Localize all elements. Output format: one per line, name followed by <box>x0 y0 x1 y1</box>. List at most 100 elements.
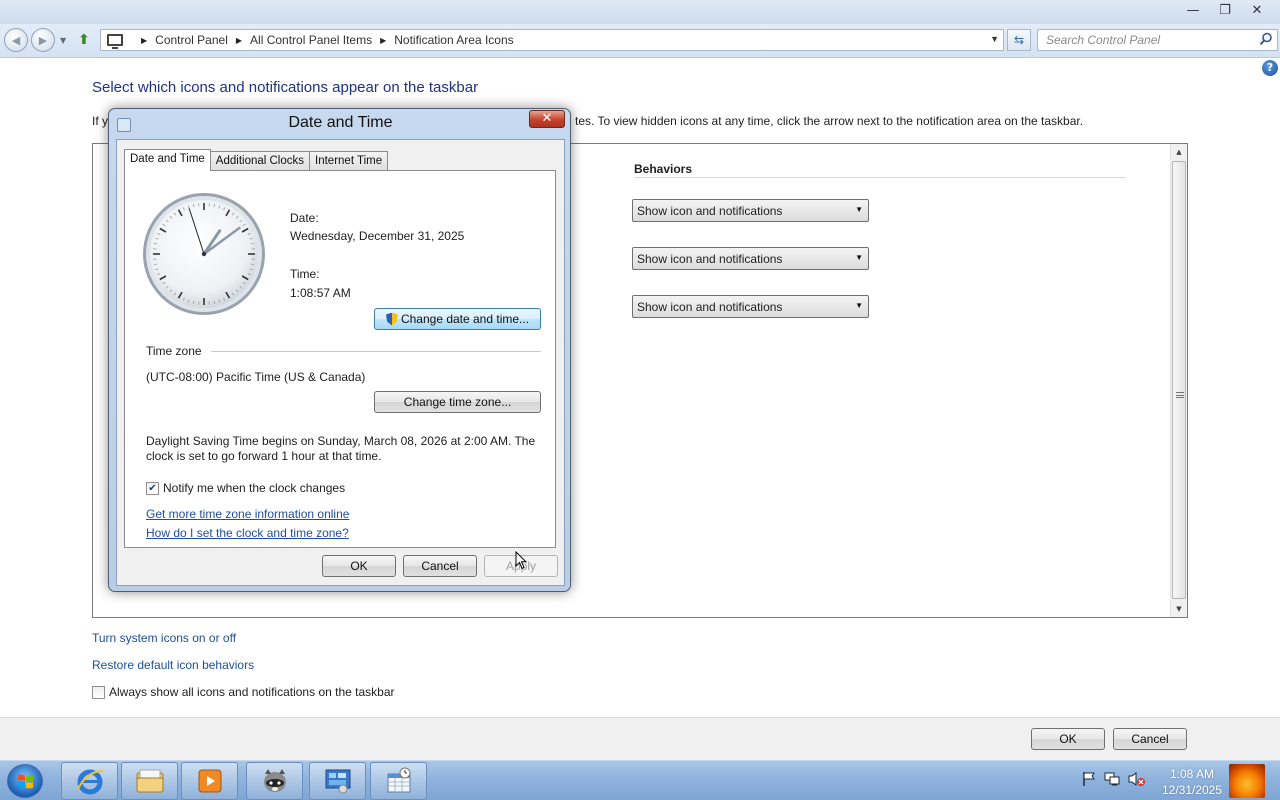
taskbar-clock-date: 12/31/2025 <box>1161 783 1223 797</box>
notify-row[interactable]: ✔ Notify me when the clock changes <box>146 481 345 495</box>
turn-system-icons-link[interactable]: Turn system icons on or off <box>92 631 236 645</box>
crumb-all-items[interactable]: All Control Panel Items <box>250 33 372 47</box>
search-input[interactable]: Search Control Panel <box>1037 29 1278 51</box>
behavior-select-value: Show icon and notifications <box>637 300 783 314</box>
time-zone-heading: Time zone <box>146 344 202 358</box>
mouse-pointer-icon <box>515 551 527 570</box>
close-window-button[interactable]: ✕ <box>1244 0 1270 20</box>
page-title: Select which icons and notifications app… <box>92 79 479 96</box>
dropdown-arrow-icon: ▼ <box>855 301 863 310</box>
crumb-notification-area[interactable]: Notification Area Icons <box>394 33 513 47</box>
notify-label: Notify me when the clock changes <box>163 481 346 495</box>
always-show-label: Always show all icons and notifications … <box>109 685 395 699</box>
behavior-select-value: Show icon and notifications <box>637 252 783 266</box>
forward-arrow-icon: ▶ <box>38 33 48 47</box>
date-time-dialog: Date and Time ✕ Date and Time Additional… <box>108 108 571 592</box>
action-center-flag-icon[interactable] <box>1082 771 1096 787</box>
tab-date-and-time[interactable]: Date and Time <box>124 149 211 171</box>
address-toolbar: ◀ ▶ ▼ ⬆ ▶ Control Panel ▶ All Control Pa… <box>0 24 1280 58</box>
scrollbar-thumb[interactable] <box>1172 161 1186 599</box>
crumb-arrow-icon[interactable]: ▶ <box>141 36 147 45</box>
time-label: Time: <box>290 267 320 281</box>
time-zone-divider <box>211 351 541 352</box>
date-label: Date: <box>290 211 319 225</box>
notification-area <box>1082 771 1146 787</box>
dialog-close-button[interactable]: ✕ <box>529 110 565 128</box>
how-to-set-clock-link[interactable]: How do I set the clock and time zone? <box>146 526 349 540</box>
behavior-select-1[interactable]: Show icon and notifications ▼ <box>632 199 869 222</box>
up-folder-icon[interactable]: ⬆ <box>76 32 92 48</box>
uac-shield-icon <box>385 312 398 326</box>
dialog-tabs: Date and Time Additional Clocks Internet… <box>124 149 389 171</box>
tab-internet-time[interactable]: Internet Time <box>309 151 389 171</box>
forward-button[interactable]: ▶ <box>31 28 55 52</box>
taskbar-clock[interactable]: 1:08 AM 12/31/2025 <box>1156 766 1228 798</box>
search-placeholder: Search Control Panel <box>1046 33 1161 47</box>
close-icon: ✕ <box>541 111 553 126</box>
restore-default-behaviors-link[interactable]: Restore default icon behaviors <box>92 658 254 672</box>
window-controls: — ❐ ✕ <box>1180 0 1270 20</box>
calendar-tool-icon <box>387 767 410 793</box>
dialog-cancel-button[interactable]: Cancel <box>403 555 477 577</box>
list-scrollbar[interactable]: ▲ ▼ <box>1170 144 1187 617</box>
back-button[interactable]: ◀ <box>4 28 28 52</box>
minimize-button[interactable]: — <box>1180 0 1206 20</box>
taskbar-clock-time: 1:08 AM <box>1169 767 1215 781</box>
window-titlebar: — ❐ ✕ <box>0 0 1280 24</box>
change-date-time-button[interactable]: Change date and time... <box>374 308 541 330</box>
windows-logo-icon <box>18 774 33 789</box>
raccoon-app-icon <box>263 769 286 792</box>
page-cancel-button[interactable]: Cancel <box>1113 728 1187 750</box>
date-value: Wednesday, December 31, 2025 <box>290 229 465 243</box>
intro-text-right: tes. To view hidden icons at any time, c… <box>575 114 1084 128</box>
taskbar: 1:08 AM 12/31/2025 <box>0 760 1280 800</box>
dialog-ok-button[interactable]: OK <box>322 555 396 577</box>
behavior-select-2[interactable]: Show icon and notifications ▼ <box>632 247 869 270</box>
taskbar-raccoon-app[interactable] <box>246 762 303 800</box>
bottom-button-bar: OK Cancel <box>0 717 1280 760</box>
behavior-select-value: Show icon and notifications <box>637 204 783 218</box>
breadcrumb[interactable]: ▶ Control Panel ▶ All Control Panel Item… <box>100 29 1004 51</box>
taskbar-calendar-tool[interactable] <box>370 762 427 800</box>
behavior-select-3[interactable]: Show icon and notifications ▼ <box>632 295 869 318</box>
crumb-control-panel[interactable]: Control Panel <box>155 33 228 47</box>
dst-info-line1: Daylight Saving Time begins on Sunday, M… <box>146 434 536 448</box>
taskbar-control-panel[interactable] <box>309 762 366 800</box>
scroll-up-arrow-icon[interactable]: ▲ <box>1171 144 1187 160</box>
recent-pages-chevron-icon[interactable]: ▼ <box>60 36 66 45</box>
file-explorer-icon <box>136 769 163 793</box>
address-history-chevron-icon[interactable]: ▼ <box>990 34 999 44</box>
dialog-body: Date and Time Additional Clocks Internet… <box>116 139 565 586</box>
media-player-icon <box>198 769 221 793</box>
search-icon[interactable] <box>1259 32 1273 46</box>
control-panel-icon <box>325 769 350 794</box>
show-desktop-button[interactable] <box>1229 764 1265 798</box>
intro-text-left: If y <box>92 114 109 128</box>
network-icon[interactable] <box>1104 771 1120 787</box>
volume-muted-icon[interactable] <box>1128 771 1146 787</box>
always-show-checkbox[interactable] <box>92 685 105 699</box>
scroll-down-arrow-icon[interactable]: ▼ <box>1171 601 1187 617</box>
taskbar-internet-explorer[interactable] <box>61 762 118 800</box>
grip-icon <box>1176 392 1184 398</box>
start-button[interactable] <box>7 764 43 798</box>
always-show-row[interactable]: Always show all icons and notifications … <box>92 685 395 699</box>
change-time-zone-button[interactable]: Change time zone... <box>374 391 541 413</box>
crumb-arrow-icon[interactable]: ▶ <box>380 36 386 45</box>
taskbar-file-explorer[interactable] <box>121 762 178 800</box>
internet-explorer-icon <box>76 769 103 795</box>
page-ok-button[interactable]: OK <box>1031 728 1105 750</box>
dialog-title: Date and Time <box>288 114 393 131</box>
computer-icon <box>107 34 123 49</box>
header-divider <box>634 177 1126 178</box>
help-icon[interactable]: ? <box>1262 60 1278 76</box>
dst-info-line2: clock is set to go forward 1 hour at tha… <box>146 449 382 463</box>
taskbar-media-player[interactable] <box>181 762 238 800</box>
notify-checkbox[interactable]: ✔ <box>146 481 159 495</box>
date-time-tab-panel: Date: Wednesday, December 31, 2025 Time:… <box>124 170 556 548</box>
crumb-arrow-icon[interactable]: ▶ <box>236 36 242 45</box>
maximize-button[interactable]: ❐ <box>1212 0 1238 20</box>
tab-additional-clocks[interactable]: Additional Clocks <box>209 151 311 171</box>
refresh-button[interactable]: ⇆ <box>1007 29 1031 51</box>
more-time-zone-info-link[interactable]: Get more time zone information online <box>146 507 349 521</box>
